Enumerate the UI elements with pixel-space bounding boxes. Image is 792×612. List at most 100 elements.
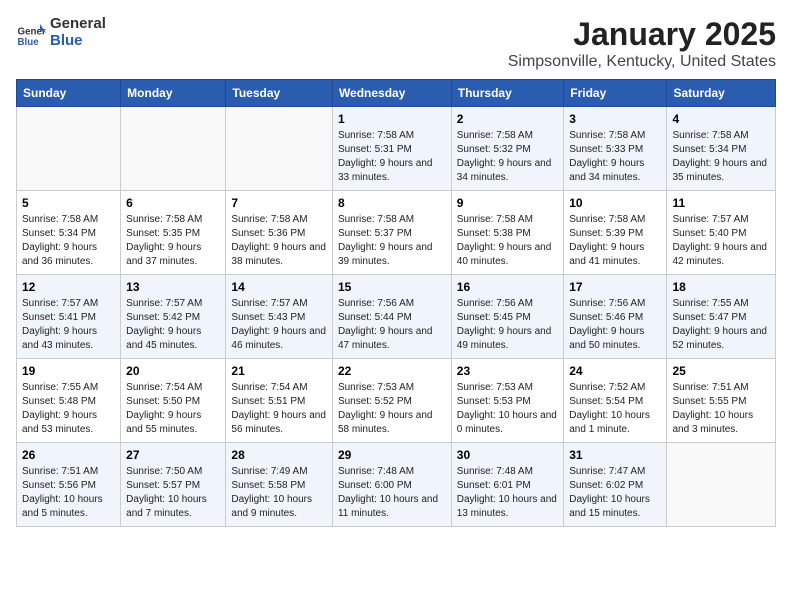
day-info: Sunrise: 7:47 AMSunset: 6:02 PMDaylight:… <box>569 465 661 521</box>
day-info: Sunrise: 7:58 AMSunset: 5:33 PMDaylight:… <box>569 129 661 185</box>
calendar-cell: 31 Sunrise: 7:47 AMSunset: 6:02 PMDaylig… <box>564 443 667 527</box>
day-number: 30 <box>457 448 558 462</box>
day-info: Sunrise: 7:57 AMSunset: 5:43 PMDaylight:… <box>231 297 327 353</box>
day-info: Sunrise: 7:55 AMSunset: 5:47 PMDaylight:… <box>672 297 770 353</box>
calendar-cell <box>121 107 226 191</box>
calendar-cell: 23 Sunrise: 7:53 AMSunset: 5:53 PMDaylig… <box>451 359 563 443</box>
calendar-week-row: 19 Sunrise: 7:55 AMSunset: 5:48 PMDaylig… <box>17 359 776 443</box>
weekday-header-thursday: Thursday <box>451 80 563 107</box>
weekday-header-monday: Monday <box>121 80 226 107</box>
calendar-subtitle: Simpsonville, Kentucky, United States <box>508 53 776 71</box>
day-number: 12 <box>22 280 115 294</box>
day-info: Sunrise: 7:56 AMSunset: 5:44 PMDaylight:… <box>338 297 446 353</box>
day-info: Sunrise: 7:58 AMSunset: 5:37 PMDaylight:… <box>338 213 446 269</box>
day-number: 6 <box>126 196 220 210</box>
calendar-cell: 14 Sunrise: 7:57 AMSunset: 5:43 PMDaylig… <box>226 275 333 359</box>
day-info: Sunrise: 7:57 AMSunset: 5:40 PMDaylight:… <box>672 213 770 269</box>
day-number: 22 <box>338 364 446 378</box>
day-number: 2 <box>457 112 558 126</box>
day-number: 21 <box>231 364 327 378</box>
calendar-cell: 11 Sunrise: 7:57 AMSunset: 5:40 PMDaylig… <box>667 191 776 275</box>
calendar-week-row: 5 Sunrise: 7:58 AMSunset: 5:34 PMDayligh… <box>17 191 776 275</box>
day-info: Sunrise: 7:51 AMSunset: 5:56 PMDaylight:… <box>22 465 115 521</box>
day-number: 4 <box>672 112 770 126</box>
day-info: Sunrise: 7:53 AMSunset: 5:52 PMDaylight:… <box>338 381 446 437</box>
day-info: Sunrise: 7:57 AMSunset: 5:41 PMDaylight:… <box>22 297 115 353</box>
day-number: 20 <box>126 364 220 378</box>
day-info: Sunrise: 7:58 AMSunset: 5:32 PMDaylight:… <box>457 129 558 185</box>
weekday-header-row: SundayMondayTuesdayWednesdayThursdayFrid… <box>17 80 776 107</box>
day-info: Sunrise: 7:58 AMSunset: 5:36 PMDaylight:… <box>231 213 327 269</box>
calendar-cell: 13 Sunrise: 7:57 AMSunset: 5:42 PMDaylig… <box>121 275 226 359</box>
calendar-cell: 1 Sunrise: 7:58 AMSunset: 5:31 PMDayligh… <box>332 107 451 191</box>
calendar-cell: 3 Sunrise: 7:58 AMSunset: 5:33 PMDayligh… <box>564 107 667 191</box>
day-info: Sunrise: 7:58 AMSunset: 5:39 PMDaylight:… <box>569 213 661 269</box>
calendar-cell: 28 Sunrise: 7:49 AMSunset: 5:58 PMDaylig… <box>226 443 333 527</box>
calendar-cell: 17 Sunrise: 7:56 AMSunset: 5:46 PMDaylig… <box>564 275 667 359</box>
day-number: 3 <box>569 112 661 126</box>
day-info: Sunrise: 7:56 AMSunset: 5:45 PMDaylight:… <box>457 297 558 353</box>
day-info: Sunrise: 7:56 AMSunset: 5:46 PMDaylight:… <box>569 297 661 353</box>
day-info: Sunrise: 7:52 AMSunset: 5:54 PMDaylight:… <box>569 381 661 437</box>
calendar-cell: 9 Sunrise: 7:58 AMSunset: 5:38 PMDayligh… <box>451 191 563 275</box>
calendar-cell: 26 Sunrise: 7:51 AMSunset: 5:56 PMDaylig… <box>17 443 121 527</box>
day-info: Sunrise: 7:48 AMSunset: 6:01 PMDaylight:… <box>457 465 558 521</box>
day-info: Sunrise: 7:58 AMSunset: 5:31 PMDaylight:… <box>338 129 446 185</box>
day-number: 14 <box>231 280 327 294</box>
calendar-cell: 27 Sunrise: 7:50 AMSunset: 5:57 PMDaylig… <box>121 443 226 527</box>
calendar-cell: 6 Sunrise: 7:58 AMSunset: 5:35 PMDayligh… <box>121 191 226 275</box>
logo-general: General <box>50 16 106 33</box>
day-info: Sunrise: 7:58 AMSunset: 5:38 PMDaylight:… <box>457 213 558 269</box>
calendar-cell: 30 Sunrise: 7:48 AMSunset: 6:01 PMDaylig… <box>451 443 563 527</box>
day-info: Sunrise: 7:50 AMSunset: 5:57 PMDaylight:… <box>126 465 220 521</box>
calendar-cell: 29 Sunrise: 7:48 AMSunset: 6:00 PMDaylig… <box>332 443 451 527</box>
weekday-header-friday: Friday <box>564 80 667 107</box>
weekday-header-sunday: Sunday <box>17 80 121 107</box>
calendar-table: SundayMondayTuesdayWednesdayThursdayFrid… <box>16 79 776 527</box>
calendar-week-row: 1 Sunrise: 7:58 AMSunset: 5:31 PMDayligh… <box>17 107 776 191</box>
svg-text:Blue: Blue <box>18 37 40 48</box>
calendar-cell: 22 Sunrise: 7:53 AMSunset: 5:52 PMDaylig… <box>332 359 451 443</box>
title-block: January 2025 Simpsonville, Kentucky, Uni… <box>508 16 776 71</box>
logo: General Blue General Blue <box>16 16 106 49</box>
day-number: 1 <box>338 112 446 126</box>
day-number: 17 <box>569 280 661 294</box>
page-header: General Blue General Blue January 2025 S… <box>16 16 776 71</box>
calendar-cell: 25 Sunrise: 7:51 AMSunset: 5:55 PMDaylig… <box>667 359 776 443</box>
day-number: 27 <box>126 448 220 462</box>
day-number: 26 <box>22 448 115 462</box>
calendar-week-row: 26 Sunrise: 7:51 AMSunset: 5:56 PMDaylig… <box>17 443 776 527</box>
calendar-cell: 21 Sunrise: 7:54 AMSunset: 5:51 PMDaylig… <box>226 359 333 443</box>
day-info: Sunrise: 7:58 AMSunset: 5:34 PMDaylight:… <box>672 129 770 185</box>
day-number: 18 <box>672 280 770 294</box>
logo-icon: General Blue <box>16 18 46 48</box>
day-number: 16 <box>457 280 558 294</box>
calendar-cell: 10 Sunrise: 7:58 AMSunset: 5:39 PMDaylig… <box>564 191 667 275</box>
calendar-cell: 2 Sunrise: 7:58 AMSunset: 5:32 PMDayligh… <box>451 107 563 191</box>
calendar-cell <box>667 443 776 527</box>
day-number: 31 <box>569 448 661 462</box>
day-number: 8 <box>338 196 446 210</box>
day-info: Sunrise: 7:57 AMSunset: 5:42 PMDaylight:… <box>126 297 220 353</box>
day-info: Sunrise: 7:53 AMSunset: 5:53 PMDaylight:… <box>457 381 558 437</box>
calendar-cell: 18 Sunrise: 7:55 AMSunset: 5:47 PMDaylig… <box>667 275 776 359</box>
day-info: Sunrise: 7:58 AMSunset: 5:34 PMDaylight:… <box>22 213 115 269</box>
calendar-cell: 16 Sunrise: 7:56 AMSunset: 5:45 PMDaylig… <box>451 275 563 359</box>
weekday-header-tuesday: Tuesday <box>226 80 333 107</box>
day-number: 11 <box>672 196 770 210</box>
calendar-cell: 12 Sunrise: 7:57 AMSunset: 5:41 PMDaylig… <box>17 275 121 359</box>
day-info: Sunrise: 7:49 AMSunset: 5:58 PMDaylight:… <box>231 465 327 521</box>
day-info: Sunrise: 7:55 AMSunset: 5:48 PMDaylight:… <box>22 381 115 437</box>
day-info: Sunrise: 7:51 AMSunset: 5:55 PMDaylight:… <box>672 381 770 437</box>
day-number: 24 <box>569 364 661 378</box>
calendar-title: January 2025 <box>508 16 776 53</box>
calendar-cell <box>17 107 121 191</box>
day-number: 23 <box>457 364 558 378</box>
day-number: 25 <box>672 364 770 378</box>
calendar-cell: 7 Sunrise: 7:58 AMSunset: 5:36 PMDayligh… <box>226 191 333 275</box>
day-info: Sunrise: 7:58 AMSunset: 5:35 PMDaylight:… <box>126 213 220 269</box>
calendar-week-row: 12 Sunrise: 7:57 AMSunset: 5:41 PMDaylig… <box>17 275 776 359</box>
day-info: Sunrise: 7:54 AMSunset: 5:51 PMDaylight:… <box>231 381 327 437</box>
day-number: 15 <box>338 280 446 294</box>
weekday-header-wednesday: Wednesday <box>332 80 451 107</box>
